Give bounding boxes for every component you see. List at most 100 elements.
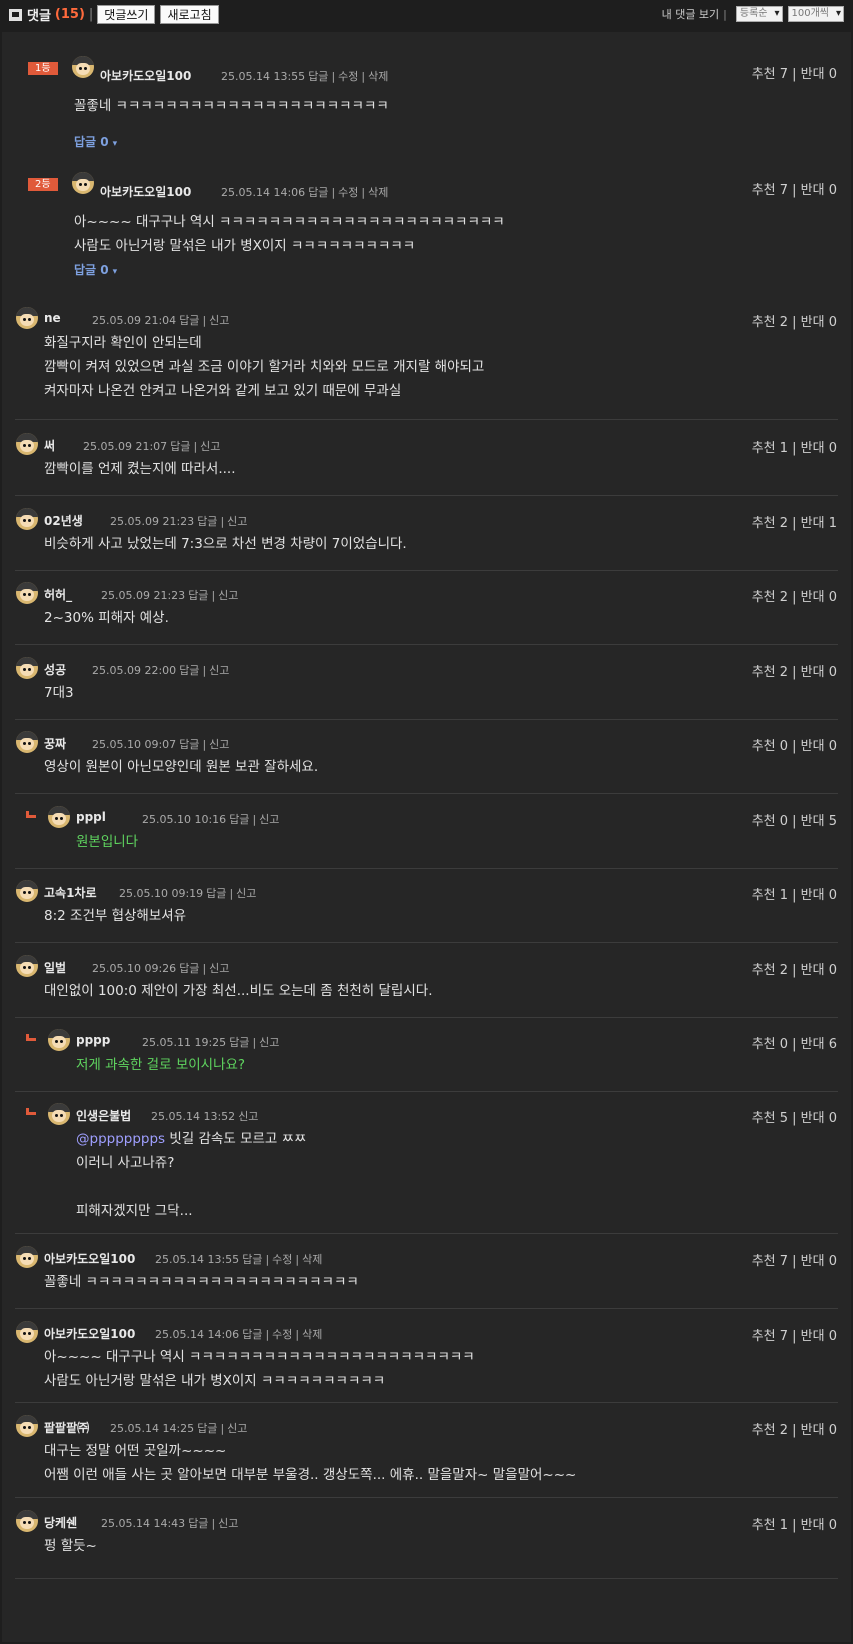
sort-select[interactable]: 등록순	[735, 6, 783, 22]
avatar-eye	[55, 1114, 58, 1117]
vote-counts[interactable]: 추천 5 | 반대 0	[752, 1107, 837, 1126]
page-size-select[interactable]: 100개씩	[787, 6, 844, 22]
comment-author[interactable]: 아보카도오일100	[100, 67, 191, 84]
comment-meta: 25.05.14 13:55 답글 | 수정 | 삭제	[155, 1251, 325, 1267]
report-button[interactable]: 신고	[209, 962, 229, 975]
vote-counts[interactable]: 추천 2 | 반대 1	[752, 512, 837, 531]
report-button[interactable]: 신고	[227, 515, 247, 528]
reply-button[interactable]: 답글	[197, 1422, 217, 1435]
edit-button[interactable]: 수정	[272, 1253, 292, 1266]
vote-counts[interactable]: 추천 2 | 반대 0	[752, 586, 837, 605]
avatar-eye	[23, 1332, 26, 1335]
report-button[interactable]: 신고	[209, 738, 229, 751]
vote-counts[interactable]: 추천 1 | 반대 0	[752, 437, 837, 456]
vote-counts[interactable]: 추천 2 | 반대 0	[752, 661, 837, 680]
edit-button[interactable]: 수정	[338, 186, 358, 199]
chevron-down-icon: ▾	[112, 267, 118, 277]
report-button[interactable]: 신고	[238, 1110, 258, 1123]
vote-counts[interactable]: 추천 7 | 반대 0	[752, 1325, 837, 1344]
report-button[interactable]: 신고	[236, 887, 256, 900]
reply-button[interactable]: 답글	[188, 589, 208, 602]
comment-author[interactable]: 02년생	[44, 512, 83, 529]
avatar-eye	[23, 444, 26, 447]
report-button[interactable]: 신고	[200, 440, 220, 453]
vote-counts[interactable]: 추천 0 | 반대 0	[752, 735, 837, 754]
report-button[interactable]: 신고	[209, 664, 229, 677]
report-button[interactable]: 신고	[259, 1036, 279, 1049]
vote-counts[interactable]: 추천 2 | 반대 0	[752, 311, 837, 330]
comment-author[interactable]: 허허_	[44, 586, 72, 603]
edit-button[interactable]: 수정	[338, 70, 358, 83]
comment-author[interactable]: 써	[44, 437, 55, 454]
comment-author[interactable]: pppl	[76, 810, 106, 824]
reply-button[interactable]: 답글	[229, 1036, 249, 1049]
comment-author[interactable]: ne	[44, 311, 61, 325]
avatar-eye	[23, 1521, 26, 1524]
comment-author[interactable]: 고속1차로	[44, 884, 97, 901]
reply-button[interactable]: 답글	[242, 1328, 262, 1341]
comment-meta: 25.05.14 14:06 답글 | 수정 | 삭제	[221, 184, 391, 200]
report-button[interactable]: 신고	[218, 589, 238, 602]
refresh-button[interactable]: 새로고침	[160, 5, 219, 24]
delete-button[interactable]: 삭제	[368, 70, 388, 83]
vote-counts[interactable]: 추천 2 | 반대 0	[752, 959, 837, 978]
vote-counts[interactable]: 추천 7 | 반대 0	[752, 63, 837, 82]
delete-button[interactable]: 삭제	[302, 1328, 322, 1341]
row-divider	[15, 942, 838, 943]
vote-counts[interactable]: 추천 1 | 반대 0	[752, 884, 837, 903]
reply-button[interactable]: 답글	[179, 962, 199, 975]
reply-button[interactable]: 답글	[197, 515, 217, 528]
comment-author[interactable]: 아보카도오일100	[44, 1325, 135, 1342]
comment-author[interactable]: 성공	[44, 661, 66, 678]
mention-link[interactable]: @pppppppps	[76, 1131, 165, 1147]
separator: |	[193, 440, 198, 453]
comment-text: 원본입니다	[76, 834, 139, 850]
comment-text: 비슷하게 사고 났었는데 7:3으로 차선 변경 차량이 7이었습니다.	[44, 536, 407, 552]
reply-button[interactable]: 답글	[188, 1517, 208, 1530]
separator: |	[88, 7, 94, 22]
report-button[interactable]: 신고	[259, 813, 279, 826]
reply-button[interactable]: 답글	[179, 314, 199, 327]
comment-item: 일벌 25.05.10 09:26 답글 | 신고 추천 2 | 반대 0 대인없이 100…	[2, 944, 851, 1018]
vote-counts[interactable]: 추천 7 | 반대 0	[752, 179, 837, 198]
separator: |	[295, 1253, 300, 1266]
reply-count-link[interactable]: 답글 0 ▾	[74, 261, 117, 278]
separator: |	[361, 70, 366, 83]
reply-button[interactable]: 답글	[308, 186, 328, 199]
comment-author[interactable]: 아보카도오일100	[44, 1250, 135, 1267]
delete-button[interactable]: 삭제	[302, 1253, 322, 1266]
avatar-eye	[84, 67, 87, 70]
reply-button[interactable]: 답글	[179, 664, 199, 677]
avatar-eye	[60, 1114, 63, 1117]
comment-time: 25.05.14 14:06	[221, 186, 306, 199]
my-comments-link[interactable]: 내 댓글 보기	[662, 6, 720, 22]
comment-author[interactable]: 일벌	[44, 959, 66, 976]
vote-counts[interactable]: 추천 0 | 반대 6	[752, 1033, 837, 1052]
report-button[interactable]: 신고	[209, 314, 229, 327]
comment-author[interactable]: 아보카도오일100	[100, 183, 191, 200]
report-button[interactable]: 신고	[227, 1422, 247, 1435]
vote-counts[interactable]: 추천 0 | 반대 5	[752, 810, 837, 829]
edit-button[interactable]: 수정	[272, 1328, 292, 1341]
comment-author[interactable]: pppp	[76, 1033, 110, 1047]
comment-author[interactable]: 팥팥팥㈜	[44, 1419, 89, 1436]
reply-button[interactable]: 답글	[229, 813, 249, 826]
comment-text: 7대3	[44, 685, 74, 701]
delete-button[interactable]: 삭제	[368, 186, 388, 199]
write-comment-button[interactable]: 댓글쓰기	[97, 5, 156, 24]
vote-counts[interactable]: 추천 7 | 반대 0	[752, 1250, 837, 1269]
comment-author[interactable]: 인생은불법	[76, 1107, 131, 1124]
report-button[interactable]: 신고	[218, 1517, 238, 1530]
comment-item: 아보카도오일100 25.05.14 13:55 답글 | 수정 | 삭제 추천 7 | 반대…	[2, 1235, 851, 1309]
comment-author[interactable]: 꿍짜	[44, 735, 66, 752]
vote-counts[interactable]: 추천 2 | 반대 0	[752, 1419, 837, 1438]
reply-button[interactable]: 답글	[242, 1253, 262, 1266]
vote-counts[interactable]: 추천 1 | 반대 0	[752, 1514, 837, 1533]
reply-count-link[interactable]: 답글 0 ▾	[74, 133, 117, 150]
comment-author[interactable]: 당케쉔	[44, 1514, 77, 1531]
reply-button[interactable]: 답글	[206, 887, 226, 900]
reply-button[interactable]: 답글	[179, 738, 199, 751]
reply-button[interactable]: 답글	[308, 70, 328, 83]
reply-button[interactable]: 답글	[170, 440, 190, 453]
reply-comment: pppl 25.05.10 10:16 답글 | 신고 추천 0 | 반대 5 원본입니다	[2, 795, 851, 869]
